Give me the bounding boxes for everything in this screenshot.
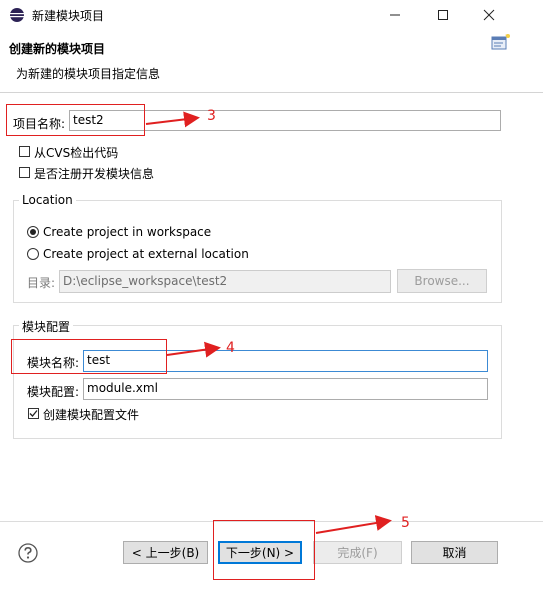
register-checkbox-label: 是否注册开发模块信息 <box>34 167 155 181</box>
help-icon[interactable] <box>18 543 38 563</box>
minimize-icon <box>390 14 400 16</box>
radio-create-external-label: Create project at external location <box>43 247 249 261</box>
directory-label: 目录: <box>27 276 56 290</box>
location-group-label: Location <box>19 193 76 207</box>
annotation-step5: 5 <box>401 515 410 531</box>
browse-button[interactable]: Browse... <box>397 269 487 293</box>
window-title: 新建模块项目 <box>32 9 105 23</box>
radio-create-external[interactable] <box>27 248 39 260</box>
annotation-step3: 3 <box>207 108 216 124</box>
highlight-box-next <box>213 520 315 580</box>
cancel-button[interactable]: 取消 <box>411 541 498 564</box>
create-config-checkbox[interactable] <box>28 408 39 419</box>
cvs-checkbox[interactable] <box>19 146 30 157</box>
create-config-checkbox-label: 创建模块配置文件 <box>43 408 140 422</box>
wizard-banner-icon <box>491 34 510 50</box>
highlight-box-module-name <box>11 339 167 374</box>
module-config-group-label: 模块配置 <box>19 318 74 335</box>
module-config-label: 模块配置: <box>27 385 80 399</box>
register-checkbox[interactable] <box>19 167 30 178</box>
maximize-button[interactable] <box>420 0 466 30</box>
minimize-button[interactable] <box>372 0 418 30</box>
wizard-description: 为新建的模块项目指定信息 <box>16 67 161 81</box>
highlight-box-project-name <box>6 104 145 136</box>
cvs-checkbox-label: 从CVS检出代码 <box>34 146 119 160</box>
close-button[interactable] <box>466 0 512 30</box>
check-icon <box>29 410 38 417</box>
annotation-step4: 4 <box>226 340 235 356</box>
directory-input[interactable]: D:\eclipse_workspace\test2 <box>59 270 391 293</box>
arrow-step5 <box>315 515 392 534</box>
finish-button[interactable]: 完成(F) <box>313 541 402 564</box>
wizard-title: 创建新的模块项目 <box>9 42 106 56</box>
eclipse-icon <box>10 8 24 22</box>
radio-create-in-workspace[interactable] <box>27 226 39 238</box>
maximize-icon <box>438 10 448 20</box>
back-button[interactable]: < 上一步(B) <box>123 541 208 564</box>
module-config-input[interactable]: module.xml <box>83 378 488 400</box>
radio-create-in-workspace-label: Create project in workspace <box>43 225 212 239</box>
close-icon <box>483 9 495 21</box>
